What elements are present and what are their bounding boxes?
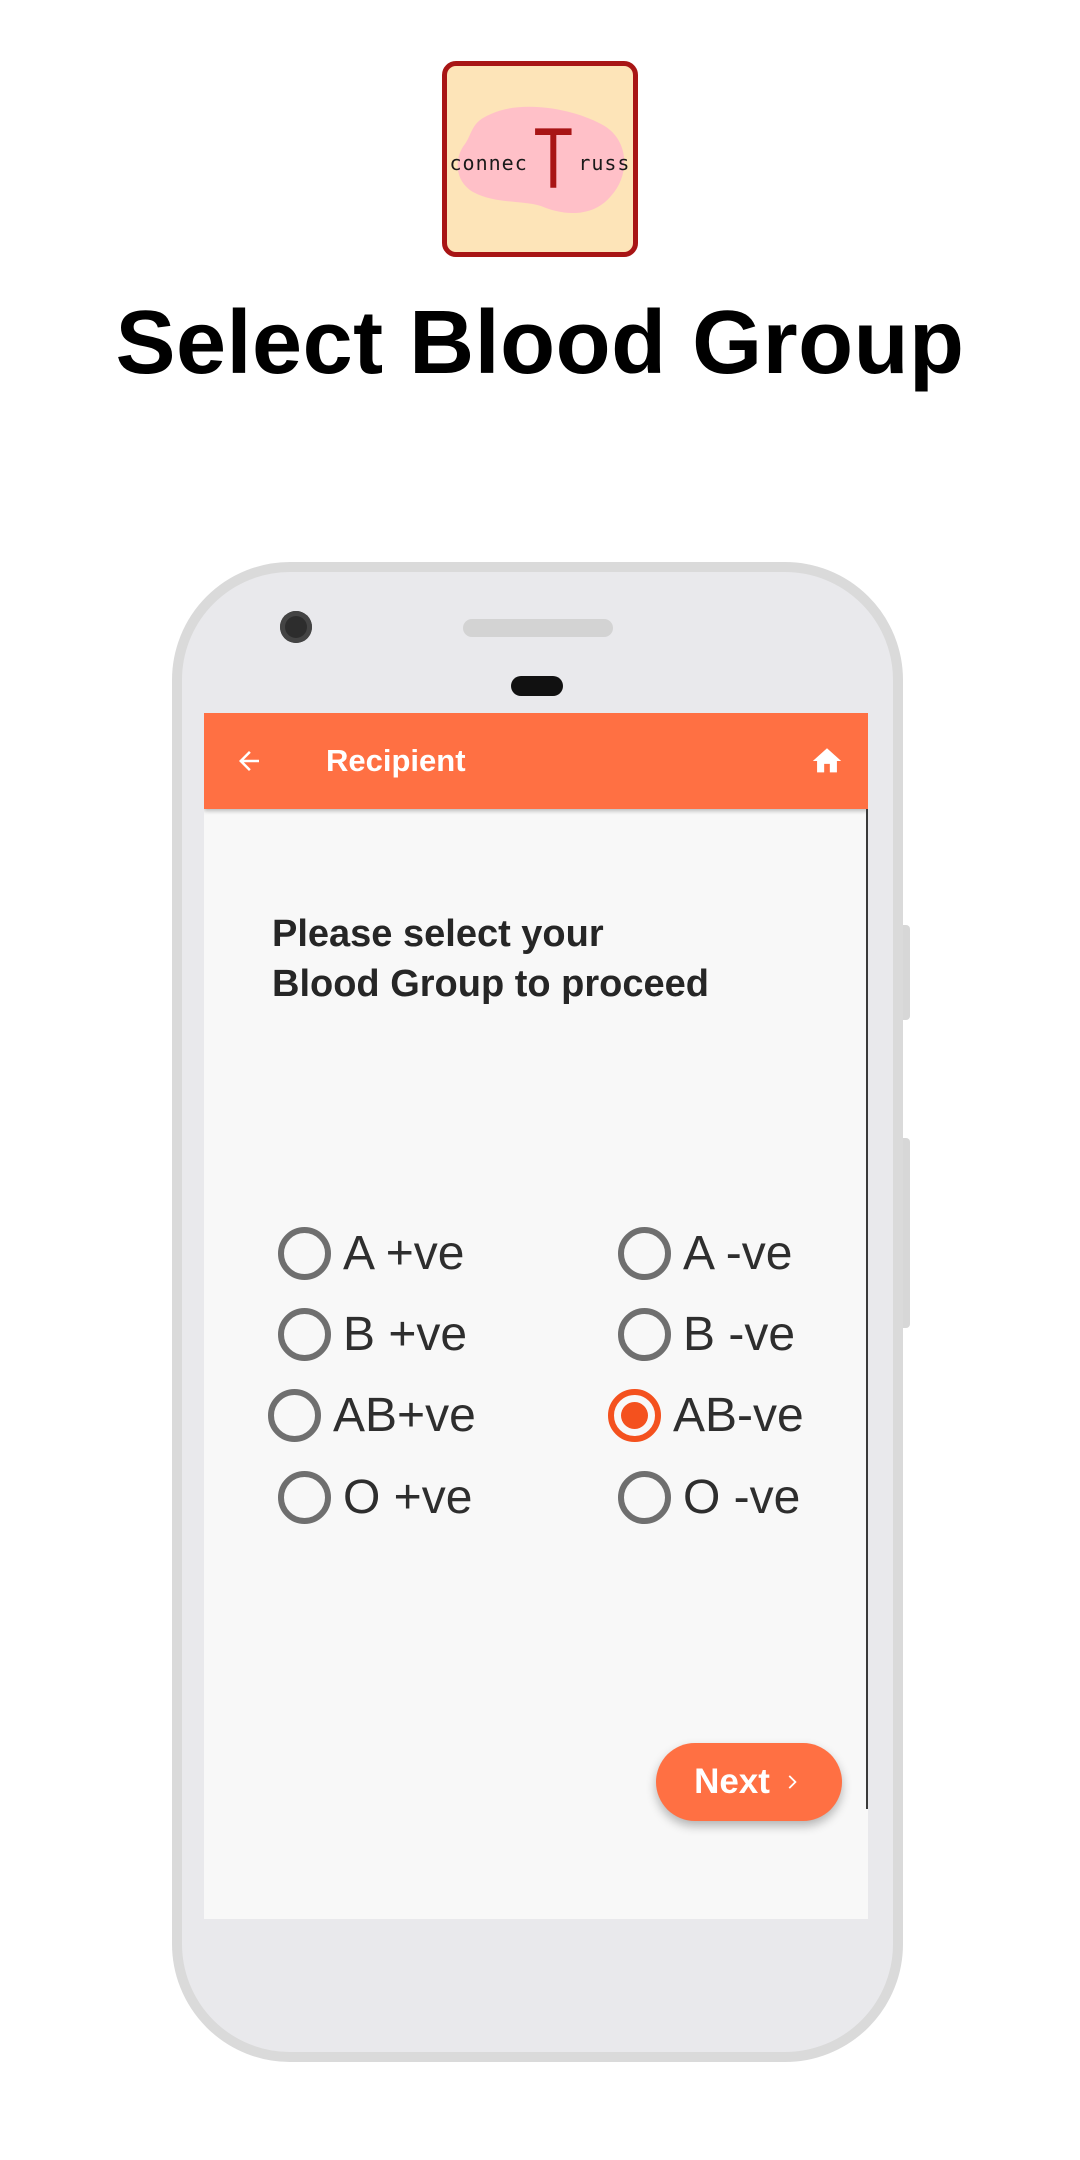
radio-label: O -ve	[683, 1470, 801, 1524]
radio-button[interactable]	[268, 1388, 321, 1442]
chevron-right-icon	[788, 1775, 797, 1789]
radio-label: B -ve	[683, 1307, 796, 1361]
radio-ab-negative[interactable]: AB-ve	[608, 1380, 804, 1450]
app-bar: Recipient	[204, 713, 868, 809]
proximity-sensor	[511, 676, 563, 696]
radio-label: A +ve	[343, 1226, 465, 1280]
instruction-line-2: Blood Group to proceed	[272, 963, 709, 1005]
radio-button[interactable]	[618, 1307, 671, 1361]
logo-text-right: russ	[578, 151, 631, 175]
instruction-line-1: Please select your	[272, 913, 604, 955]
page-title: Select Blood Group	[115, 293, 965, 393]
radio-button[interactable]	[278, 1226, 331, 1280]
radio-button[interactable]	[278, 1307, 331, 1361]
next-button[interactable]: Next	[656, 1743, 842, 1821]
radio-button-selected[interactable]	[608, 1388, 661, 1442]
radio-button[interactable]	[618, 1470, 671, 1524]
next-button-label: Next	[694, 1762, 770, 1801]
screen-edge-line	[866, 809, 868, 1809]
radio-o-positive[interactable]: O +ve	[278, 1462, 472, 1532]
instruction-text: Please select your Blood Group to procee…	[272, 909, 792, 1009]
app-logo: connec T russ	[442, 61, 638, 257]
front-camera	[280, 611, 312, 643]
radio-button[interactable]	[278, 1470, 331, 1524]
radio-b-negative[interactable]: B -ve	[618, 1299, 795, 1369]
radio-a-negative[interactable]: A -ve	[618, 1218, 792, 1288]
radio-a-positive[interactable]: A +ve	[278, 1218, 464, 1288]
earpiece-speaker	[463, 619, 613, 637]
radio-label: A -ve	[683, 1226, 793, 1280]
radio-button[interactable]	[618, 1226, 671, 1280]
radio-o-negative[interactable]: O -ve	[618, 1462, 800, 1532]
logo-text-big: T	[533, 111, 573, 207]
radio-label: B +ve	[343, 1307, 468, 1361]
arrow-left-icon[interactable]	[234, 746, 264, 776]
app-bar-title: Recipient	[326, 743, 466, 778]
home-icon[interactable]	[810, 744, 844, 778]
radio-ab-positive[interactable]: AB+ve	[268, 1380, 476, 1450]
radio-label: O +ve	[343, 1470, 473, 1524]
radio-b-positive[interactable]: B +ve	[278, 1299, 467, 1369]
logo-text-left: connec	[449, 151, 528, 175]
app-screen: Recipient Please select your Blood Group…	[204, 713, 868, 1919]
radio-label: AB+ve	[333, 1388, 476, 1442]
logo-wordmark: connec T russ	[447, 66, 633, 252]
radio-label: AB-ve	[673, 1388, 804, 1442]
